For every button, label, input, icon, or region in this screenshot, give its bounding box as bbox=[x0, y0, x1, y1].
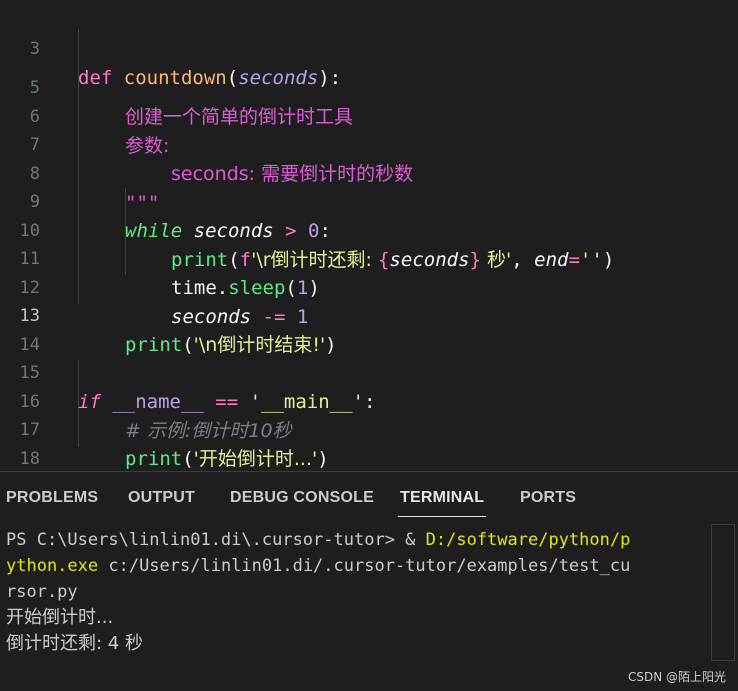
code-line[interactable]: 10 print(f'\r倒计时还剩: {seconds} 秒', end=''… bbox=[0, 188, 738, 271]
terminal-output-line: 开始倒计时... bbox=[6, 607, 114, 628]
code-line[interactable]: 12 seconds -= 1 bbox=[0, 245, 738, 328]
code-line[interactable]: 6 参数: bbox=[0, 74, 738, 157]
code-line[interactable]: 9 while seconds > 0: bbox=[0, 159, 738, 242]
code-line[interactable]: 15 if __name__ == '__main__': bbox=[0, 330, 738, 413]
terminal-arg-path-cont: rsor.py bbox=[6, 582, 78, 602]
terminal-exe-path: D:/software/python/p bbox=[425, 530, 631, 550]
terminal-arg-path: c:/Users/linlin01.di/.cursor-tutor/examp… bbox=[98, 556, 631, 576]
code-line[interactable]: 17 print('开始倒计时...') bbox=[0, 387, 738, 470]
tab-terminal[interactable]: TERMINAL bbox=[400, 489, 484, 507]
code-line-active[interactable]: 13 print('\n倒计时结束!') bbox=[0, 273, 738, 356]
active-tab-indicator bbox=[398, 516, 486, 517]
code-line[interactable]: 11 time.sleep(1) bbox=[0, 216, 738, 299]
tab-ports[interactable]: PORTS bbox=[520, 489, 576, 507]
code-line[interactable]: 16 # 示例:倒计时10秒 bbox=[0, 359, 738, 442]
bottom-panel: PROBLEMS OUTPUT DEBUG CONSOLE TERMINAL P… bbox=[0, 471, 738, 691]
terminal-output[interactable]: PS C:\Users\linlin01.di\.cursor-tutor> &… bbox=[6, 527, 696, 657]
code-editor[interactable]: 3 def countdown(seconds): 5 创建一个简单的倒计时工具… bbox=[0, 0, 738, 471]
terminal-prompt: PS C:\Users\linlin01.di\.cursor-tutor> & bbox=[6, 530, 426, 550]
tab-output[interactable]: OUTPUT bbox=[128, 489, 195, 507]
code-line[interactable]: 19 bbox=[0, 444, 738, 471]
code-line[interactable]: 8 """ bbox=[0, 131, 738, 214]
code-line[interactable]: 18 countdown(10) bbox=[0, 416, 738, 469]
panel-tabs: PROBLEMS OUTPUT DEBUG CONSOLE TERMINAL P… bbox=[0, 472, 738, 522]
watermark: CSDN @陌上阳光 bbox=[627, 670, 726, 684]
tab-problems[interactable]: PROBLEMS bbox=[6, 489, 98, 507]
code-line[interactable]: 3 def countdown(seconds): bbox=[0, 6, 738, 89]
code-line[interactable]: 7 seconds: 需要倒计时的秒数 bbox=[0, 102, 738, 185]
terminal-exe-path-cont: ython.exe bbox=[6, 556, 99, 576]
terminal-scrollbar[interactable] bbox=[711, 524, 735, 661]
code-line[interactable]: 5 创建一个简单的倒计时工具 bbox=[0, 45, 738, 128]
tab-debug-console[interactable]: DEBUG CONSOLE bbox=[230, 489, 374, 507]
code-line[interactable]: 14 bbox=[0, 302, 738, 355]
terminal-output-line: 倒计时还剩: 4 秒 bbox=[6, 633, 143, 654]
